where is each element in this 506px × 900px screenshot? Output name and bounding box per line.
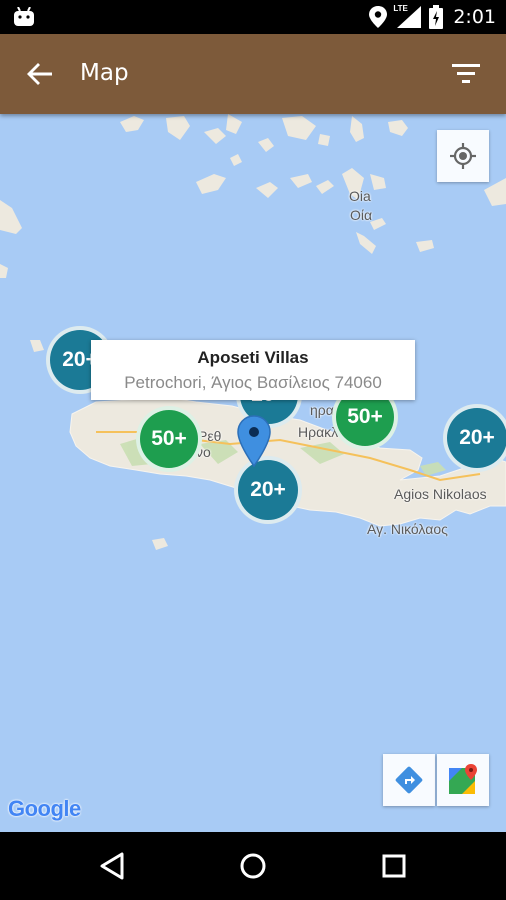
place-label-heraklion: Ηρακλ <box>298 424 339 440</box>
signal-icon: LTE <box>393 4 423 28</box>
place-label-oia-greek: Οία <box>350 207 373 223</box>
filter-icon[interactable] <box>450 60 482 88</box>
back-triangle-icon[interactable] <box>94 846 134 886</box>
place-label-agios-nikolaos-greek: Αγ. Νικόλαος <box>367 521 448 537</box>
android-icon <box>14 7 34 26</box>
page-title: Map <box>80 60 129 86</box>
info-window-address: Petrochori, Άγιος Βασίλειος 74060 <box>124 373 382 392</box>
directions-icon <box>395 766 423 794</box>
place-label-agios-nikolaos: Agios Nikolaos <box>394 486 487 502</box>
open-in-google-maps-button[interactable] <box>437 754 489 806</box>
home-circle-icon[interactable] <box>233 846 273 886</box>
marker-cluster[interactable]: 20+ <box>443 404 506 472</box>
back-arrow-icon[interactable] <box>24 58 56 90</box>
info-window[interactable]: Aposeti Villas Petrochori, Άγιος Βασίλει… <box>91 340 415 400</box>
selected-place-pin-icon[interactable] <box>236 414 272 468</box>
my-location-button[interactable] <box>437 130 489 182</box>
status-time: 2:01 <box>453 6 496 28</box>
google-attribution-logo: Google <box>8 796 81 822</box>
info-window-title: Aposeti Villas <box>197 348 309 367</box>
map-view[interactable]: Oia Οία Ηρακλ ηρακ Ρεθ νο Agios Nikolaos… <box>0 114 506 832</box>
app-bar: Map <box>0 34 506 114</box>
recents-square-icon[interactable] <box>374 846 414 886</box>
google-logo-text: Google <box>8 796 81 821</box>
marker-cluster[interactable]: 50+ <box>136 406 202 472</box>
status-bar: LTE 2:01 <box>0 0 506 34</box>
google-maps-icon <box>449 764 477 794</box>
place-label-oia: Oia <box>349 188 371 204</box>
my-location-icon <box>450 143 476 169</box>
system-nav-bar <box>0 832 506 900</box>
location-icon <box>369 6 388 28</box>
battery-icon <box>429 5 444 29</box>
directions-button[interactable] <box>383 754 435 806</box>
